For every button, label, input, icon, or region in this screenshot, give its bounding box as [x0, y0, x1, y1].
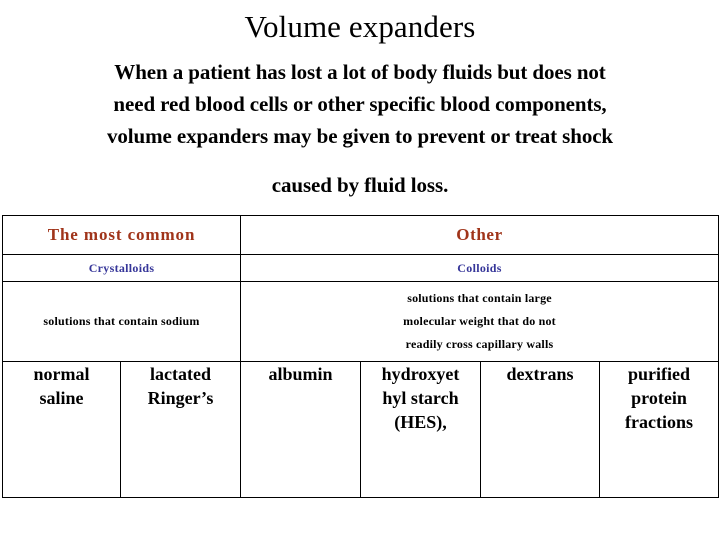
item-line: purified — [628, 364, 691, 384]
table-row-header: The most common Other — [1, 215, 720, 255]
cell-description-crystalloids: solutions that contain sodium — [1, 281, 242, 362]
item-line: saline — [39, 388, 84, 408]
item-line: (HES), — [394, 412, 447, 432]
volume-expanders-table: The most common Other Crystalloids Collo… — [1, 215, 720, 498]
item-line: albumin — [268, 364, 333, 384]
description-colloids-line-3: readily cross capillary walls — [405, 337, 554, 351]
table-row-subheader: Crystalloids Colloids — [1, 254, 720, 282]
cell-item-albumin: albumin — [240, 361, 362, 498]
item-line: Ringer’s — [147, 388, 214, 408]
body-line-3: volume expanders may be given to prevent… — [106, 124, 614, 148]
item-line: normal — [33, 364, 90, 384]
description-colloids-line-2: molecular weight that do not — [403, 314, 556, 328]
cell-subheader-crystalloids: Crystalloids — [1, 254, 242, 282]
body-line-2: need red blood cells or other specific b… — [113, 92, 607, 116]
body-line-4: caused by fluid loss. — [271, 173, 449, 197]
cell-item-purified-protein-fractions: purified protein fractions — [599, 361, 720, 498]
cell-header-other: Other — [240, 215, 720, 255]
body-line-1: When a patient has lost a lot of body fl… — [114, 60, 606, 84]
table-row-description: solutions that contain sodium solutions … — [1, 281, 720, 362]
cell-subheader-colloids: Colloids — [240, 254, 720, 282]
item-line: fractions — [625, 412, 693, 432]
cell-item-lactated-ringers: lactated Ringer’s — [119, 361, 242, 498]
cell-item-normal-saline: normal saline — [2, 361, 121, 498]
item-line: hyl starch — [382, 388, 459, 408]
item-line: protein — [631, 388, 687, 408]
item-line: dextrans — [506, 364, 574, 384]
slide-canvas: Volume expanders When a patient has lost… — [0, 0, 720, 540]
description-colloids-line-1: solutions that contain large — [407, 291, 552, 305]
cell-item-hydroxyethyl-starch: hydroxyet hyl starch (HES), — [360, 361, 482, 498]
page-title: Volume expanders — [244, 9, 476, 44]
cell-description-colloids: solutions that contain large molecular w… — [240, 281, 720, 362]
item-line: lactated — [150, 364, 211, 384]
cell-item-dextrans: dextrans — [480, 361, 601, 498]
body-paragraph: When a patient has lost a lot of body fl… — [8, 56, 712, 201]
cell-header-most-common: The most common — [1, 215, 242, 255]
table-row-items: normal saline lactated Ringer’s albumin … — [2, 361, 720, 498]
item-line: hydroxyet — [381, 364, 460, 384]
